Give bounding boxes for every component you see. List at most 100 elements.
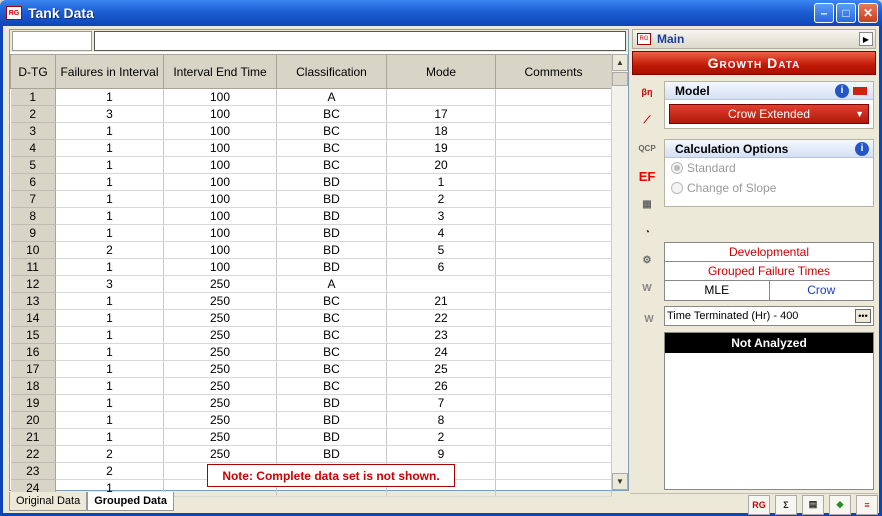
table-cell[interactable]: 3	[386, 207, 496, 225]
table-cell[interactable]: 250	[163, 411, 277, 429]
table-cell[interactable]: 2	[386, 428, 496, 446]
row-header[interactable]: 3	[10, 122, 56, 140]
table-cell[interactable]: 23	[386, 326, 496, 344]
weibull-icon[interactable]: W	[636, 277, 658, 299]
row-header[interactable]: 18	[10, 377, 56, 395]
table-cell[interactable]: 21	[386, 292, 496, 310]
menu-icon[interactable]: ≡	[856, 494, 878, 515]
table-cell[interactable]: 100	[163, 207, 277, 225]
table-cell[interactable]: BC	[276, 292, 387, 310]
table-cell[interactable]: 100	[163, 173, 277, 191]
table-cell[interactable]	[495, 428, 612, 446]
table-cell[interactable]: A	[276, 275, 387, 293]
table-cell[interactable]	[495, 156, 612, 174]
table-cell[interactable]	[495, 241, 612, 259]
row-header[interactable]: 23	[10, 462, 56, 480]
table-cell[interactable]	[495, 258, 612, 276]
table-cell[interactable]	[495, 190, 612, 208]
table-cell[interactable]: 17	[386, 105, 496, 123]
table-cell[interactable]: 1	[55, 360, 164, 378]
column-header[interactable]: Interval End Time	[163, 54, 277, 89]
table-cell[interactable]: 100	[163, 156, 277, 174]
table-cell[interactable]	[495, 139, 612, 157]
table-cell[interactable]: 7	[386, 394, 496, 412]
table-cell[interactable]	[495, 411, 612, 429]
row-header[interactable]: 16	[10, 343, 56, 361]
table-cell[interactable]: BC	[276, 326, 387, 344]
table-cell[interactable]: BD	[276, 241, 387, 259]
table-cell[interactable]: 1	[55, 394, 164, 412]
table-cell[interactable]: 25	[386, 360, 496, 378]
table-cell[interactable]: BD	[276, 258, 387, 276]
table-cell[interactable]: 1	[55, 428, 164, 446]
info-crow[interactable]: Crow	[768, 281, 874, 300]
maximize-button[interactable]: □	[836, 3, 856, 23]
row-header[interactable]: 8	[10, 207, 56, 225]
column-header[interactable]: Classification	[276, 54, 387, 89]
table-cell[interactable]: 250	[163, 275, 277, 293]
scroll-up-icon[interactable]: ▲	[612, 54, 628, 71]
row-header[interactable]: 10	[10, 241, 56, 259]
table-cell[interactable]: 1	[55, 326, 164, 344]
table-cell[interactable]: 19	[386, 139, 496, 157]
table-cell[interactable]	[495, 462, 612, 480]
row-header[interactable]: 2	[10, 105, 56, 123]
table-cell[interactable]	[495, 479, 612, 497]
model-dropdown[interactable]: Crow Extended ▼	[669, 104, 869, 124]
beta-sigma-mu-icon[interactable]: βη	[636, 81, 658, 103]
plot-icon[interactable]: ⟋	[636, 109, 658, 131]
table-cell[interactable]	[495, 173, 612, 191]
table-cell[interactable]: 1	[55, 411, 164, 429]
table-cell[interactable]	[495, 445, 612, 463]
table-cell[interactable]	[495, 326, 612, 344]
table-cell[interactable]: 100	[163, 190, 277, 208]
cell-value-input[interactable]	[94, 31, 626, 51]
table-cell[interactable]: 1	[55, 343, 164, 361]
table-cell[interactable]: 1	[55, 190, 164, 208]
row-header[interactable]: 4	[10, 139, 56, 157]
column-header[interactable]: D-TG	[10, 54, 56, 89]
table-cell[interactable]: 100	[163, 122, 277, 140]
row-header[interactable]: 9	[10, 224, 56, 242]
column-header[interactable]: Mode	[386, 54, 496, 89]
radio-change-of-slope[interactable]: Change of Slope	[665, 178, 873, 198]
table-cell[interactable]: BD	[276, 411, 387, 429]
table-cell[interactable]: BC	[276, 156, 387, 174]
calc-icon[interactable]: ▦	[636, 193, 658, 215]
table-cell[interactable]: 250	[163, 326, 277, 344]
table-cell[interactable]	[495, 377, 612, 395]
table-cell[interactable]: 1	[386, 173, 496, 191]
table-cell[interactable]	[495, 207, 612, 225]
scroll-thumb[interactable]	[612, 72, 628, 86]
table-cell[interactable]	[495, 292, 612, 310]
table-cell[interactable]: 8	[386, 411, 496, 429]
close-button[interactable]: ✕	[858, 3, 878, 23]
row-header[interactable]: 1	[10, 88, 56, 106]
table-cell[interactable]: 1	[55, 258, 164, 276]
table-cell[interactable]: 3	[55, 275, 164, 293]
table-cell[interactable]: 100	[163, 241, 277, 259]
table-cell[interactable]	[495, 343, 612, 361]
table-cell[interactable]: BC	[276, 122, 387, 140]
column-header[interactable]: Failures in Interval	[55, 54, 164, 89]
table-cell[interactable]: BD	[276, 207, 387, 225]
row-header[interactable]: 15	[10, 326, 56, 344]
table-cell[interactable]: 250	[163, 394, 277, 412]
table-cell[interactable]	[495, 105, 612, 123]
table-cell[interactable]: 250	[163, 343, 277, 361]
table-cell[interactable]: 1	[55, 377, 164, 395]
table-cell[interactable]: 26	[386, 377, 496, 395]
table-cell[interactable]: BC	[276, 343, 387, 361]
table-cell[interactable]: 1	[55, 122, 164, 140]
scroll-down-icon[interactable]: ▼	[612, 473, 628, 490]
table-cell[interactable]: BD	[276, 190, 387, 208]
row-header[interactable]: 11	[10, 258, 56, 276]
table-cell[interactable]: 2	[386, 190, 496, 208]
function-icon[interactable]: Σ	[775, 494, 797, 515]
table-cell[interactable]: 1	[55, 173, 164, 191]
table-cell[interactable]: 9	[386, 445, 496, 463]
vertical-scrollbar[interactable]: ▲ ▼	[611, 54, 628, 490]
table-cell[interactable]	[386, 275, 496, 293]
table-cell[interactable]: 2	[55, 445, 164, 463]
gauge-icon[interactable]: ◔	[636, 221, 658, 243]
